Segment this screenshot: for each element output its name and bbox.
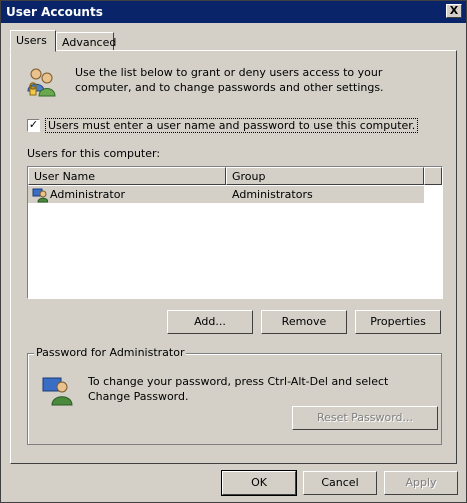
require-login-checkbox[interactable]: ✓ (27, 119, 40, 132)
password-groupbox: Password for Administrator To change you… (27, 346, 442, 445)
tab-advanced[interactable]: Advanced (56, 32, 117, 52)
remove-button[interactable]: Remove (261, 310, 347, 334)
users-listview[interactable]: User Name Group Administrator Administra… (27, 166, 443, 299)
properties-button[interactable]: Properties (355, 310, 441, 334)
tab-advanced-label: Advanced (62, 36, 117, 49)
password-instructions: To change your password, press Ctrl-Alt-… (88, 375, 389, 403)
checkmark-icon: ✓ (28, 118, 39, 131)
window-title: User Accounts (6, 5, 103, 19)
users-icon (27, 68, 56, 97)
intro-text: Use the list below to grant or deny user… (75, 66, 384, 94)
require-login-label[interactable]: Users must enter a user name and passwor… (45, 118, 419, 133)
password-group-title: Password for Administrator (34, 346, 187, 359)
column-header-group[interactable]: Group (226, 167, 424, 185)
user-icon (32, 188, 48, 203)
title-bar[interactable]: User Accounts X (1, 1, 466, 23)
table-row[interactable]: Administrator Administrators (28, 186, 424, 203)
close-button[interactable]: X (446, 4, 462, 18)
ok-button[interactable]: OK (221, 470, 297, 496)
close-icon: X (449, 4, 459, 17)
listview-header: User Name Group (28, 167, 442, 185)
cancel-button[interactable]: Cancel (303, 471, 377, 495)
users-tab-panel: Use the list below to grant or deny user… (10, 50, 457, 464)
column-username-label: User Name (34, 170, 96, 183)
apply-button[interactable]: Apply (384, 471, 458, 495)
users-list-label: Users for this computer: (27, 147, 161, 160)
column-header-username[interactable]: User Name (28, 167, 226, 185)
user-accounts-dialog: User Accounts X Users Advanced Use the l… (0, 0, 467, 503)
user-password-icon (42, 377, 73, 406)
row-group: Administrators (232, 188, 313, 201)
column-header-filler (424, 167, 442, 185)
tab-users-label: Users (16, 34, 47, 47)
row-username: Administrator (50, 188, 125, 201)
add-button[interactable]: Add... (167, 310, 253, 334)
reset-password-button[interactable]: Reset Password... (292, 406, 438, 430)
column-group-label: Group (232, 170, 266, 183)
tab-users[interactable]: Users (10, 30, 56, 52)
